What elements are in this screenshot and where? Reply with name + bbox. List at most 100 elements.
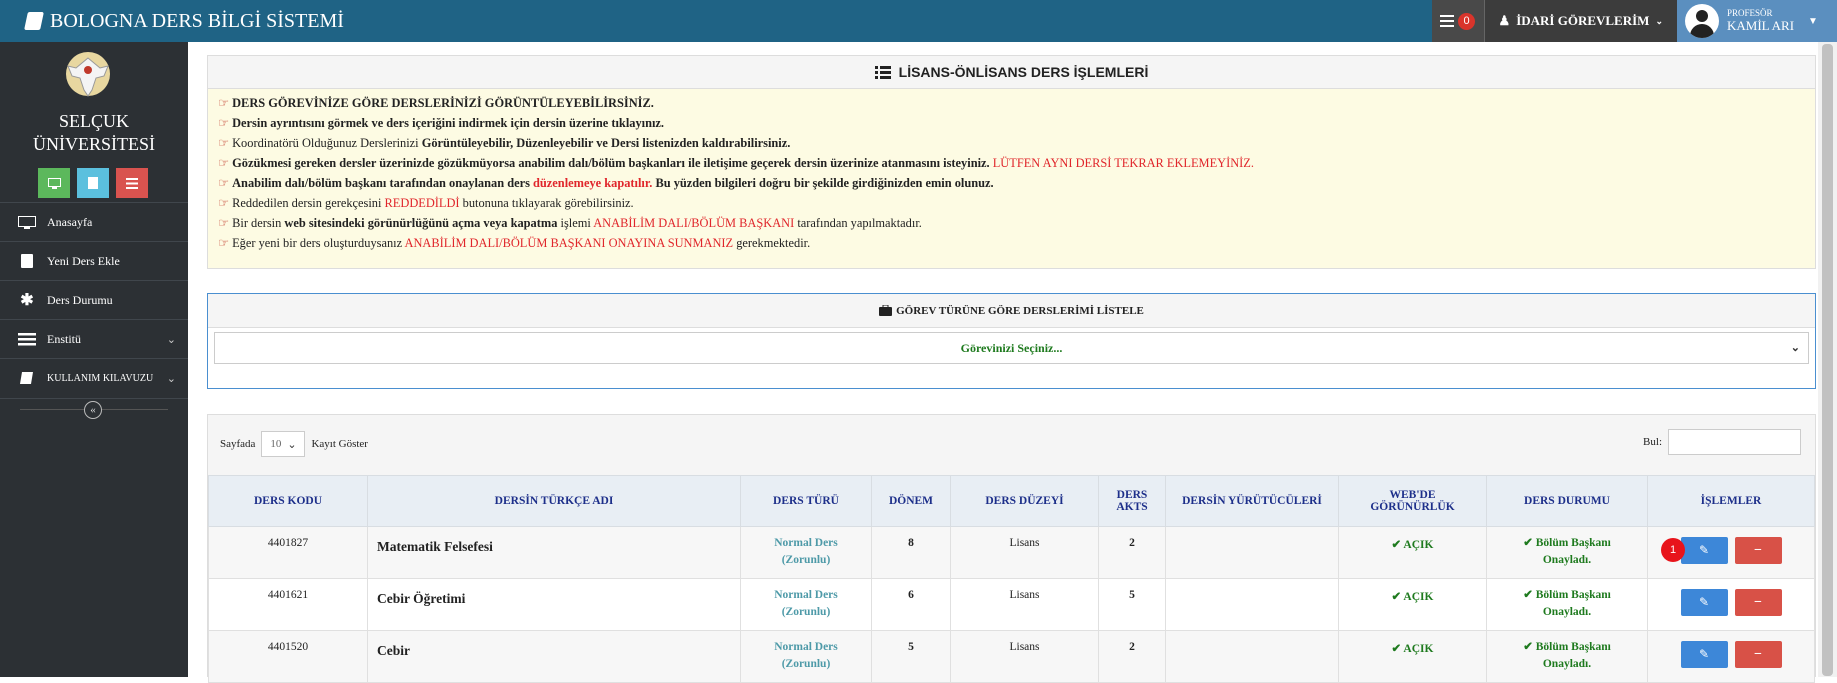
web-visibility: ✔ AÇIK: [1338, 578, 1487, 631]
delete-button[interactable]: −: [1734, 641, 1782, 668]
course-level: Lisans: [950, 630, 1099, 683]
column-header[interactable]: DÖNEM: [871, 475, 951, 527]
info-item: ☞ Bir dersin web sitesindeki görünürlüğün…: [218, 213, 1805, 233]
page-size-label: Sayfada: [220, 438, 256, 450]
admin-duties-menu[interactable]: ♟ İDARİ GÖREVLERİM ⌄: [1483, 0, 1677, 42]
delete-button[interactable]: −: [1734, 589, 1782, 616]
course-type-line: (Zorunlu): [781, 554, 831, 566]
sidebar-item-label: KULLANIM KILAVUZU: [47, 372, 154, 384]
edit-button[interactable]: ✎: [1680, 641, 1728, 668]
course-lecturers: [1165, 526, 1339, 579]
column-header[interactable]: İŞLEMLER: [1647, 475, 1815, 527]
sidebar: SELÇUK ÜNİVERSİTESİ Anasayfa Yeni Ders E…: [0, 42, 188, 677]
page-scrollbar[interactable]: [1818, 42, 1837, 677]
page-size-select[interactable]: 10 ⌄: [261, 431, 306, 457]
sidebar-item-label: Yeni Ders Ekle: [47, 253, 120, 268]
info-text-bold: Görüntüleyebilir, Düzenleyebilir ve Ders…: [421, 136, 791, 150]
minus-icon: −: [1754, 646, 1762, 662]
course-name[interactable]: Cebir: [367, 630, 741, 683]
column-header[interactable]: DERSİN TÜRKÇE ADI: [367, 475, 741, 527]
chevron-down-icon: ⌄: [166, 373, 176, 385]
status-line: Onayladı.: [1542, 554, 1592, 566]
top-bar: BOLOGNA DERS BİLGİ SİSTEMİ 0 ♟ İDARİ GÖR…: [0, 0, 1837, 42]
filter-panel-header: GÖREV TÜRÜNE GÖRE DERSLERİMİ LİSTELE: [208, 294, 1815, 328]
info-item: ☞ DERS GÖREVİNİZE GÖRE DERSLERİNİZİ GÖRÜN…: [218, 93, 1805, 113]
search-label: Bul:: [1643, 436, 1662, 448]
course-type-line: Normal Ders: [774, 537, 838, 549]
course-code: 4401520: [208, 630, 368, 683]
course-code: 4401827: [208, 526, 368, 579]
column-header[interactable]: DERS DURUMU: [1486, 475, 1648, 527]
sidebar-item-ders-durumu[interactable]: ✱ Ders Durumu: [0, 280, 188, 319]
check-icon: ✔: [1391, 539, 1404, 551]
courses-table: DERS KODU DERSİN TÜRKÇE ADI DERS TÜRÜ DÖ…: [208, 475, 1815, 683]
table-row[interactable]: 4401520 Cebir Normal Ders (Zorunlu) 5 Lis…: [208, 630, 1815, 683]
column-header[interactable]: DERS DÜZEYİ: [950, 475, 1099, 527]
sidebar-item-label: Enstitü: [47, 331, 82, 346]
sidebar-item-kullanim-kilavuzu[interactable]: KULLANIM KILAVUZU ⌄: [0, 358, 188, 397]
collapse-sidebar-icon[interactable]: «: [84, 401, 102, 419]
profile-menu[interactable]: PROFESÖR KAMİL ARI ▼: [1677, 0, 1837, 42]
course-name[interactable]: Cebir Öğretimi: [367, 578, 741, 631]
delete-button[interactable]: −: [1734, 537, 1782, 564]
info-text: Reddedilen dersin gerekçesini: [232, 196, 385, 210]
desktop-view-button[interactable]: [38, 168, 70, 198]
hand-pointer-icon: ☞: [218, 116, 230, 130]
app-brand[interactable]: BOLOGNA DERS BİLGİ SİSTEMİ: [0, 0, 344, 42]
book-button[interactable]: [77, 168, 109, 198]
course-term: 6: [871, 578, 951, 631]
column-header[interactable]: DERS KODU: [208, 475, 368, 527]
monitor-icon: [18, 215, 36, 229]
status-line: Bölüm Başkanı: [1535, 537, 1611, 549]
info-panel-header: LİSANS-ÖNLİSANS DERS İŞLEMLERİ: [208, 56, 1815, 89]
info-warning: ANABİLİM DALI/BÖLÜM BAŞKANI: [593, 216, 795, 230]
table-row[interactable]: 4401621 Cebir Öğretimi Normal Ders (Zorun…: [208, 578, 1815, 631]
sidebar-item-anasayfa[interactable]: Anasayfa: [0, 202, 188, 241]
course-term: 5: [871, 630, 951, 683]
university-logo: [66, 52, 110, 97]
search-input[interactable]: [1668, 429, 1801, 455]
list-icon: [1440, 15, 1455, 27]
notifications-button[interactable]: 0: [1431, 0, 1484, 42]
minus-icon: −: [1754, 594, 1762, 610]
edit-button[interactable]: ✎: [1680, 589, 1728, 616]
minus-icon: −: [1754, 542, 1762, 558]
list-button[interactable]: [116, 168, 148, 198]
table-row[interactable]: 4401827 Matematik Felsefesi Normal Ders (…: [208, 526, 1815, 579]
scrollbar-thumb[interactable]: [1822, 44, 1833, 676]
column-header-line: WEB'DE: [1389, 489, 1436, 501]
edit-button[interactable]: ✎: [1680, 537, 1728, 564]
page-size-value: 10: [270, 438, 282, 450]
sidebar-item-yeni-ders-ekle[interactable]: Yeni Ders Ekle: [0, 241, 188, 280]
table-header-row: DERS KODU DERSİN TÜRKÇE ADI DERS TÜRÜ DÖ…: [208, 475, 1815, 527]
info-panel: LİSANS-ÖNLİSANS DERS İŞLEMLERİ ☞ DERS GÖR…: [207, 55, 1816, 269]
info-list: ☞ DERS GÖREVİNİZE GÖRE DERSLERİNİZİ GÖRÜN…: [208, 89, 1815, 268]
caret-down-icon: ▼: [1808, 15, 1818, 27]
column-header[interactable]: WEB'DE GÖRÜNÜRLÜK: [1338, 475, 1487, 527]
course-code: 4401621: [208, 578, 368, 631]
row-actions: ✎ −: [1647, 630, 1815, 683]
column-header[interactable]: DERS AKTS: [1098, 475, 1166, 527]
list-icon: [18, 332, 36, 346]
info-item: ☞ Koordinatörü Olduğunuz Derslerinizi Gör…: [218, 133, 1805, 153]
chevron-down-icon: ⌄: [166, 334, 176, 346]
info-text: gerekmektedir.: [733, 236, 811, 250]
check-icon: ✔: [1391, 643, 1404, 655]
info-text: Bir dersin: [232, 216, 285, 230]
info-text-bold: Bu yüzden bilgileri doğru bir şekilde gi…: [652, 176, 994, 190]
filter-title: GÖREV TÜRÜNE GÖRE DERSLERİMİ LİSTELE: [896, 304, 1144, 317]
duty-select[interactable]: Görevinizi Seçiniz... ⌄: [214, 332, 1809, 364]
top-right-menu: 0 ♟ İDARİ GÖREVLERİM ⌄ PROFESÖR KAMİL AR…: [1431, 0, 1837, 42]
status-line: Bölüm Başkanı: [1535, 589, 1611, 601]
column-header[interactable]: DERSİN YÜRÜTÜCÜLERİ: [1165, 475, 1339, 527]
info-item: ☞ Eğer yeni bir ders oluşturduysanız ANAB…: [218, 233, 1805, 253]
university-name-line1: SELÇUK: [58, 111, 129, 131]
column-header[interactable]: DERS TÜRÜ: [740, 475, 872, 527]
column-header-line: AKTS: [1116, 501, 1148, 513]
info-warning: düzenlemeye kapatılır.: [533, 176, 653, 190]
course-lecturers: [1165, 630, 1339, 683]
sidebar-item-enstitu[interactable]: Enstitü ⌄: [0, 319, 188, 358]
asterisk-icon: ✱: [20, 292, 34, 309]
list-icon: [874, 65, 891, 79]
course-name[interactable]: Matematik Felsefesi: [367, 526, 741, 579]
